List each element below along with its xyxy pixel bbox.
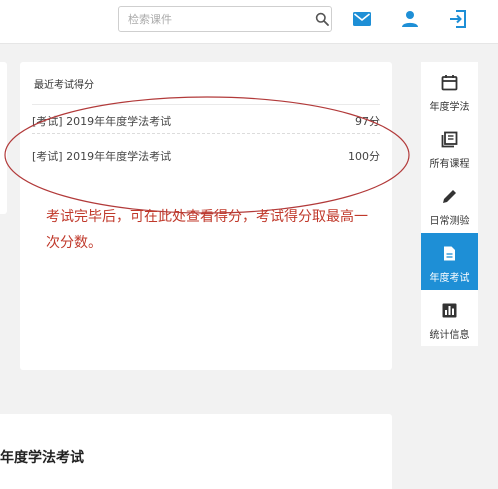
book-icon [441,131,458,148]
annotation-text: 考试完毕后，可在此处查看得分，考试得分取最高一次分数。 [46,209,368,251]
calendar-icon [441,75,458,91]
recent-scores-title: 最近考试得分 [34,80,94,91]
exam-name: [考试] 2019年年度学法考试 [32,150,172,163]
search-icon[interactable] [315,12,329,26]
recent-scores-card: 最近考试得分 [考试] 2019年年度学法考试 97分 [考试] 2019年年度… [4,62,410,370]
logout-icon[interactable] [448,9,468,29]
search-input[interactable] [119,7,309,31]
side-nav: 年度学法 所有课程 日常测验 年度考试 统计信息 [421,62,478,346]
score-row[interactable]: [考试] 2019年年度学法考试 100分 [32,140,380,170]
mail-icon[interactable] [352,9,372,29]
exam-score: 97分 [355,115,380,128]
nav-item-annual-study[interactable]: 年度学法 [421,62,478,119]
document-icon [444,246,455,261]
nav-item-statistics[interactable]: 统计信息 [421,290,478,347]
annual-exam-card: 年度学法考试 [0,414,392,489]
bar-chart-icon [442,303,457,318]
exam-score: 100分 [348,150,380,163]
top-header [0,0,498,44]
score-row[interactable]: [考试] 2019年年度学法考试 97分 [32,104,380,134]
nav-label: 日常测验 [429,216,470,227]
nav-label: 统计信息 [429,330,470,341]
search-box[interactable] [118,6,332,32]
nav-label: 所有课程 [429,159,470,170]
user-icon[interactable] [400,9,420,29]
annual-exam-title: 年度学法考试 [0,450,84,466]
nav-label: 年度学法 [429,102,470,113]
partial-card-left [0,62,7,214]
pencil-icon [443,190,456,203]
nav-item-annual-exam[interactable]: 年度考试 [421,233,478,290]
nav-item-daily-quiz[interactable]: 日常测验 [421,176,478,233]
exam-name: [考试] 2019年年度学法考试 [32,115,172,128]
nav-label: 年度考试 [429,273,470,284]
nav-item-all-courses[interactable]: 所有课程 [421,119,478,176]
